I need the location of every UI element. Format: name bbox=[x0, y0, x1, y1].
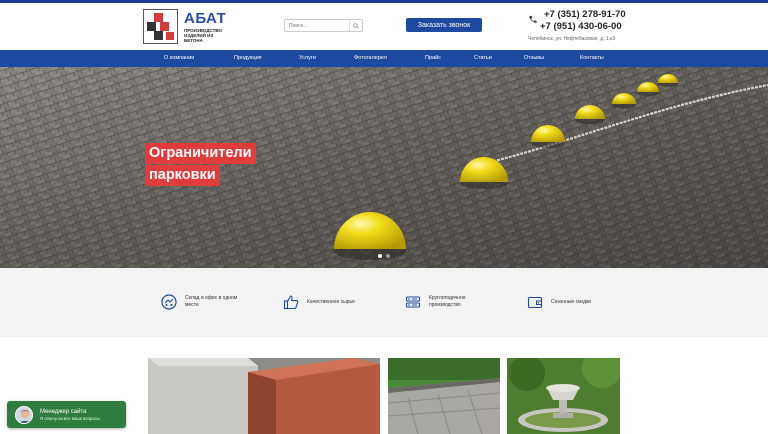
planter-image bbox=[507, 358, 620, 434]
logo-subtitle-2: ИЗДЕЛИЙ ИЗ БЕТОНА bbox=[184, 32, 214, 43]
hero-slider[interactable]: Ограничители парковки bbox=[0, 67, 768, 268]
search-icon[interactable] bbox=[349, 20, 361, 31]
delivery-icon bbox=[161, 294, 177, 310]
curbs-image bbox=[148, 358, 380, 434]
gallery-tile-paving[interactable] bbox=[388, 358, 500, 434]
nav-item-reviews[interactable]: Отзывы bbox=[524, 50, 544, 67]
feature-label: Круглогодичное производство bbox=[429, 295, 466, 308]
nav-item-products[interactable]: Продукция bbox=[234, 50, 262, 67]
hero-image bbox=[0, 67, 768, 268]
feature-quality: Качественное сырье bbox=[283, 294, 372, 310]
slider-dot-2[interactable] bbox=[386, 254, 390, 258]
nav-item-gallery[interactable]: Фотогалерея bbox=[354, 50, 387, 67]
feature-discounts: Сезонные скидки bbox=[527, 294, 616, 310]
search-box bbox=[284, 19, 363, 32]
nav-item-services[interactable]: Услуги bbox=[299, 50, 316, 67]
nav-item-price[interactable]: Прайс bbox=[425, 50, 441, 67]
feature-label: Склад и офис в одном месте bbox=[185, 295, 238, 308]
nav-item-about[interactable]: О компании bbox=[164, 50, 194, 67]
thumbs-up-icon bbox=[283, 295, 299, 310]
phone-number-2[interactable]: +7 (951) 430-06-00 bbox=[540, 21, 622, 32]
logo-mark-icon bbox=[143, 9, 178, 44]
hero-title: Ограничители парковки bbox=[145, 143, 256, 186]
search-input[interactable] bbox=[285, 22, 349, 29]
gallery-tile-curbs[interactable] bbox=[148, 358, 380, 434]
chat-subtitle: Я отвечу на все ваши вопросы bbox=[40, 415, 100, 421]
order-call-button[interactable]: Заказать звонок bbox=[406, 18, 482, 32]
paving-image bbox=[388, 358, 500, 434]
feature-production: Круглогодичное производство bbox=[405, 294, 494, 310]
avatar bbox=[15, 405, 33, 424]
wallet-icon bbox=[527, 296, 543, 309]
nav-item-articles[interactable]: Статьи bbox=[474, 50, 492, 67]
chat-widget[interactable]: Менеджер сайта Я отвечу на все ваши вопр… bbox=[7, 401, 126, 428]
slider-dot-1[interactable] bbox=[378, 254, 382, 258]
phone-icon bbox=[529, 15, 537, 23]
logo[interactable]: АБАТ ПРОИЗВОДСТВО ИЗДЕЛИЙ ИЗ БЕТОНА bbox=[143, 9, 228, 44]
hero-title-line-1: Ограничители bbox=[145, 143, 256, 164]
features-bar: Склад и офис в одном месте Качественное … bbox=[0, 268, 768, 337]
feature-label: Сезонные скидки bbox=[551, 298, 591, 305]
gallery-tile-planter[interactable] bbox=[507, 358, 620, 434]
hero-title-line-2: парковки bbox=[145, 165, 220, 186]
logo-title: АБАТ bbox=[184, 9, 227, 27]
chat-title: Менеджер сайта bbox=[40, 408, 87, 415]
slider-dots bbox=[378, 254, 390, 258]
address: Челябинск, ул. Нефтебазовая, д. 1,к3 bbox=[528, 36, 616, 42]
nav-item-contacts[interactable]: Контакты bbox=[580, 50, 604, 67]
feature-warehouse: Склад и офис в одном месте bbox=[161, 294, 250, 310]
top-accent-line bbox=[0, 0, 768, 3]
production-icon bbox=[405, 296, 421, 308]
main-nav: О компании Продукция Услуги Фотогалерея … bbox=[0, 50, 768, 67]
feature-label: Качественное сырье bbox=[307, 298, 355, 305]
phone-number-1[interactable]: +7 (351) 278-91-70 bbox=[544, 9, 626, 20]
